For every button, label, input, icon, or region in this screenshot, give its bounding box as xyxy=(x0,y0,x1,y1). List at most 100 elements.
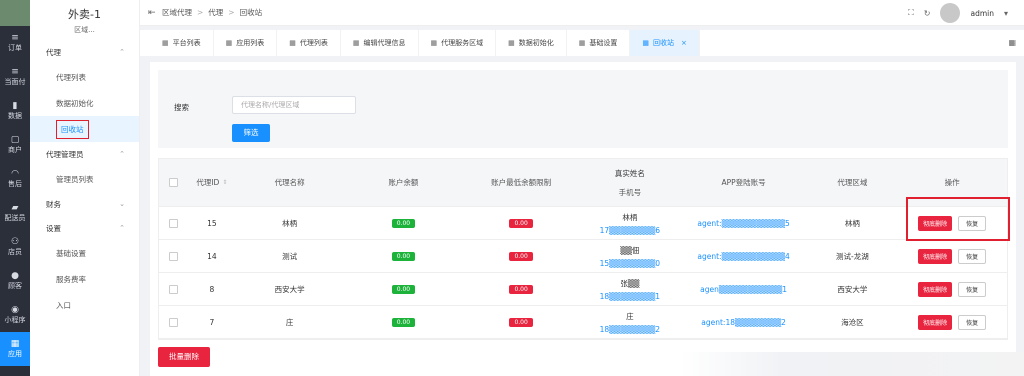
avatar[interactable] xyxy=(940,3,961,23)
tab-edit-agent[interactable]: ▦ 编辑代理信息 xyxy=(341,30,419,56)
tab-label: 应用列表 xyxy=(236,39,265,47)
balance-badge: 0.00 xyxy=(391,317,416,327)
restore-button[interactable]: 恢复 xyxy=(958,281,987,297)
row-checkbox[interactable] xyxy=(169,218,179,228)
row-checkbox[interactable] xyxy=(169,317,179,327)
limit-badge: 0.00 xyxy=(509,317,533,327)
cell-balance: 0.00 xyxy=(345,306,463,338)
rail-item-data[interactable]: ▮ 数据 xyxy=(0,94,30,128)
table-row: 14 测试 0.00 0.00 ▒▒佃 15▒▒▒▒▒▒▒▒0 agent:▒▒▒… xyxy=(159,240,1007,273)
miniapp-icon: ◉ xyxy=(11,305,19,315)
col-id[interactable]: 代理ID ⇕ xyxy=(189,159,235,206)
filter-button[interactable]: 筛选 xyxy=(232,124,270,142)
order-icon: ≡ xyxy=(11,33,19,43)
delivery-icon: ▰ xyxy=(11,203,19,213)
search-input[interactable]: 代理名称/代理区域 xyxy=(232,96,356,114)
tab-platform-list[interactable]: ▦ 平台列表 xyxy=(150,30,214,56)
tab-basic-settings[interactable]: ▦ 基础设置 xyxy=(567,30,631,56)
cell-app-account[interactable]: agen▒▒▒▒▒▒▒▒▒▒▒1 xyxy=(680,273,808,305)
select-all-cell xyxy=(159,159,189,206)
breadcrumb-item[interactable]: 区域代理 xyxy=(162,7,192,18)
sidebar-item-basic-settings[interactable]: 基础设置 xyxy=(30,240,139,266)
chevron-down-icon[interactable]: ▾ xyxy=(1004,9,1008,18)
sidebar-group-finance[interactable]: 财务 ⌄ xyxy=(30,192,139,216)
phone-number[interactable]: 18▒▒▒▒▒▒▒▒1 xyxy=(600,292,660,301)
select-all-checkbox[interactable] xyxy=(169,178,179,187)
rail-item-app[interactable]: ▦ 应用 xyxy=(0,332,30,366)
app-icon: ▦ xyxy=(10,339,20,349)
sidebar-item-recycle-bin[interactable]: 回收站 xyxy=(30,116,139,142)
sidebar-item-data-init[interactable]: 数据初始化 xyxy=(30,90,139,116)
app-subtitle: 区域... xyxy=(74,26,95,34)
cell-real-name: 张▒▒ 18▒▒▒▒▒▒▒▒1 xyxy=(580,273,680,305)
sidebar-item-entry[interactable]: 入口 xyxy=(30,292,139,318)
cell-real-name: 林柄 17▒▒▒▒▒▒▒▒6 xyxy=(580,207,680,239)
tab-data-init[interactable]: ▦ 数据初始化 xyxy=(496,30,567,56)
sidebar-brand: 外卖-1 区域... xyxy=(30,0,139,40)
rail-item-facepay[interactable]: ≡ 当面付 xyxy=(0,60,30,94)
rail-label: 商户 xyxy=(8,146,22,154)
cell-id: 7 xyxy=(209,317,215,327)
chevron-up-icon: ⌃ xyxy=(119,48,125,56)
sidebar-item-label: 代理列表 xyxy=(56,72,86,82)
cell-min-limit: 0.00 xyxy=(462,207,580,239)
rail-item-merchant[interactable]: ▢ 商户 xyxy=(0,128,30,162)
phone-number[interactable]: 15▒▒▒▒▒▒▒▒0 xyxy=(600,259,660,268)
fullscreen-icon[interactable]: ⛶ xyxy=(908,8,914,18)
phone-number[interactable]: 18▒▒▒▒▒▒▒▒2 xyxy=(600,325,660,334)
sidebar-group-agent-admin[interactable]: 代理管理员 ⌃ xyxy=(30,142,139,166)
cell-name: 庄 xyxy=(285,317,294,327)
sidebar-item-admin-list[interactable]: 管理员列表 xyxy=(30,166,139,192)
breadcrumb-item: 回收站 xyxy=(239,8,263,17)
rail-item-courier[interactable]: ▰ 配送员 xyxy=(0,196,30,230)
col-name: 代理名称 xyxy=(274,178,305,187)
tab-agent-service-area[interactable]: ▦ 代理服务区域 xyxy=(419,30,497,56)
rail-item-miniapp[interactable]: ◉ 小程序 xyxy=(0,298,30,332)
group-label: 设置 xyxy=(46,223,61,233)
rail-item-orders[interactable]: ≡ 订单 xyxy=(0,26,30,60)
cell-app-account[interactable]: agent:▒▒▒▒▒▒▒▒▒▒▒4 xyxy=(680,240,808,272)
chart-icon: ▮ xyxy=(12,101,18,111)
rail-item-clerk[interactable]: ⚇ 店员 xyxy=(0,230,30,264)
rail-item-aftersale[interactable]: ◠ 售后 xyxy=(0,162,30,196)
sidebar-item-service-fee[interactable]: 服务费率 xyxy=(30,266,139,292)
phone-number[interactable]: 17▒▒▒▒▒▒▒▒6 xyxy=(600,226,660,235)
sidebar-group-settings[interactable]: 设置 ⌃ xyxy=(30,216,139,240)
balance-badge: 0.00 xyxy=(391,251,416,261)
restore-button[interactable]: 恢复 xyxy=(958,314,987,330)
rail-item-customer[interactable]: ● 顾客 xyxy=(0,264,30,298)
username[interactable]: admin xyxy=(970,9,994,18)
row-checkbox[interactable] xyxy=(169,284,179,294)
search-label: 搜索 xyxy=(174,103,189,112)
permanent-delete-button[interactable]: 彻底删除 xyxy=(918,281,953,297)
balance-badge: 0.00 xyxy=(391,218,416,228)
tab-app-list[interactable]: ▦ 应用列表 xyxy=(214,30,278,56)
sidebar-item-agent-list[interactable]: 代理列表 xyxy=(30,64,139,90)
cell-name: 林柄 xyxy=(282,218,298,228)
cell-balance: 0.00 xyxy=(345,240,463,272)
rail-label: 当面付 xyxy=(4,78,26,86)
permanent-delete-button[interactable]: 彻底删除 xyxy=(918,248,953,264)
sort-icon[interactable]: ⇕ xyxy=(222,179,227,186)
bulk-delete-button[interactable]: 批量删除 xyxy=(158,347,210,367)
group-label: 代理管理员 xyxy=(46,149,84,159)
cell-app-account[interactable]: agent:18▒▒▒▒▒▒▒▒2 xyxy=(680,306,808,338)
breadcrumb-item[interactable]: 代理 xyxy=(208,7,223,18)
cell-area: 林柄 xyxy=(844,218,860,228)
tab-agent-list[interactable]: ▦ 代理列表 xyxy=(277,30,341,56)
row-checkbox[interactable] xyxy=(169,251,179,261)
tab-recycle-bin[interactable]: ▦ 回收站 × xyxy=(630,30,700,56)
permanent-delete-button[interactable]: 彻底删除 xyxy=(918,314,953,330)
sidebar-group-agent[interactable]: 代理 ⌃ xyxy=(30,40,139,64)
restore-button[interactable]: 恢复 xyxy=(958,248,987,264)
col-real-name: 真实姓名 手机号 xyxy=(580,159,680,206)
cell-app-account[interactable]: agent:▒▒▒▒▒▒▒▒▒▒▒5 xyxy=(680,207,808,239)
col-app-account: APP登陆账号 xyxy=(721,178,766,187)
close-icon[interactable]: × xyxy=(681,39,687,47)
agent-table: 代理ID ⇕ 代理名称 账户余额 账户最低余额限制 真实姓名 手机号 APP登陆账号… xyxy=(158,158,1008,340)
cell-balance: 0.00 xyxy=(345,207,463,239)
refresh-icon[interactable]: ↻ xyxy=(924,9,931,18)
shop-icon: ▢ xyxy=(10,135,20,145)
grid-icon[interactable]: ▦ xyxy=(1008,38,1016,47)
menu-fold-icon[interactable]: ⇤ xyxy=(148,8,162,18)
